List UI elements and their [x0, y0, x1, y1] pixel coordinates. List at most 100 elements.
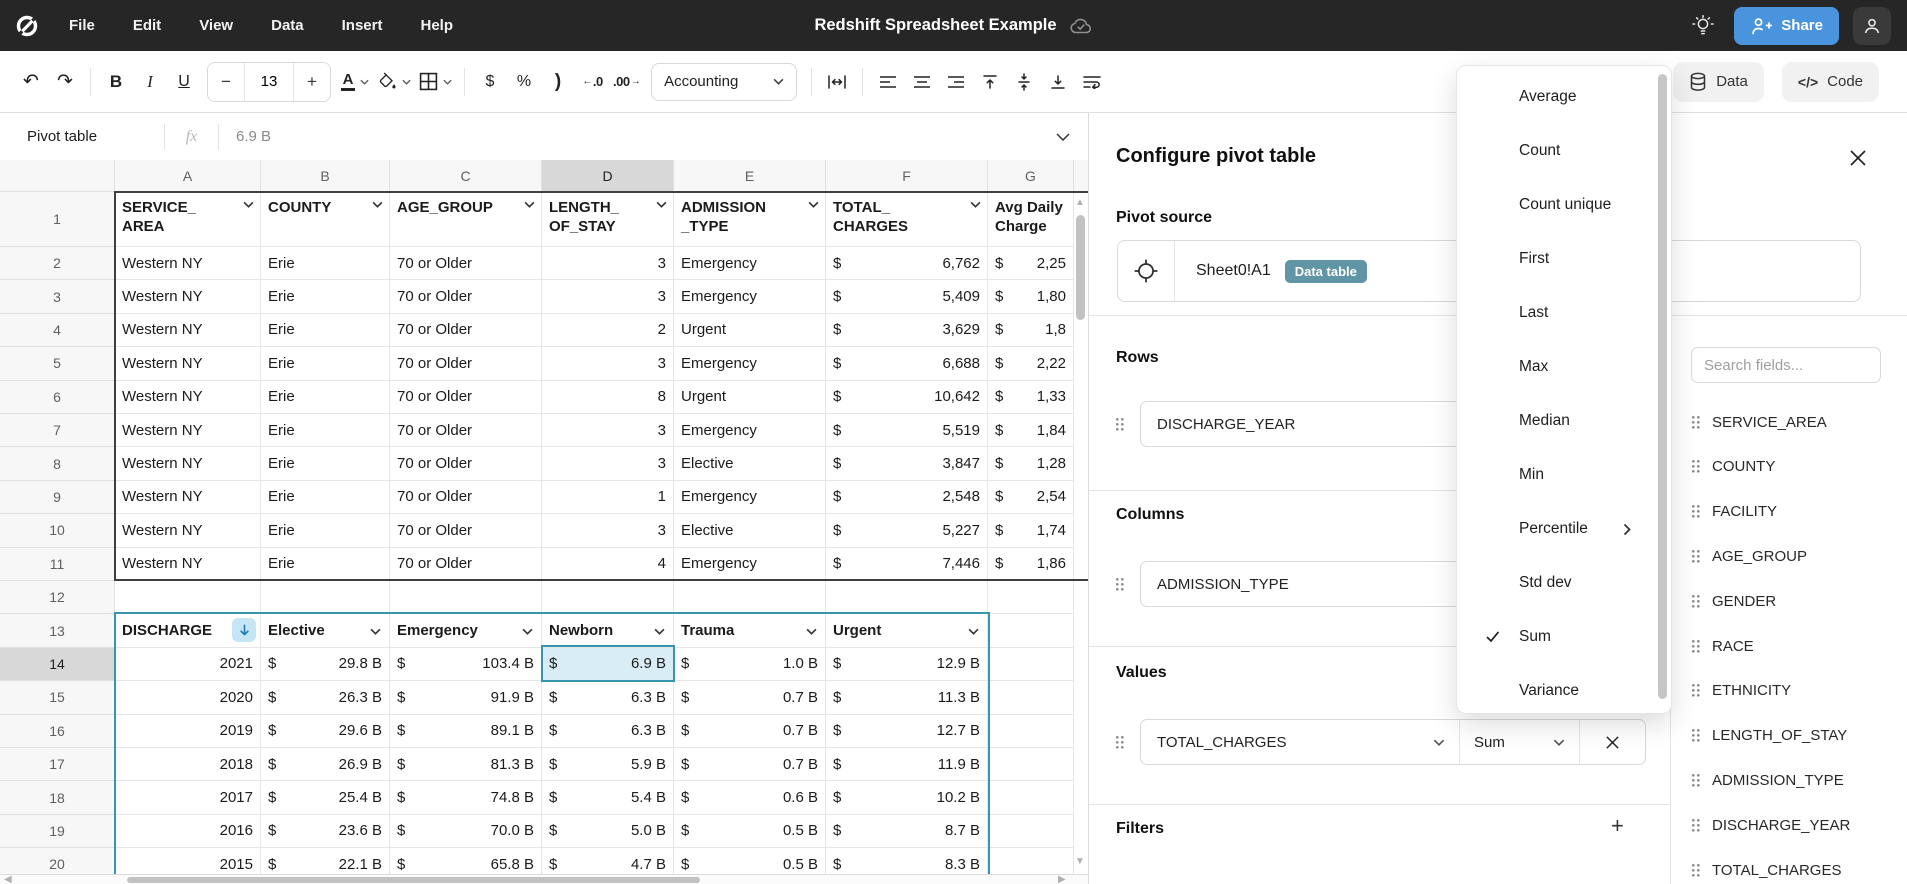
- column-header-B[interactable]: B: [261, 160, 390, 192]
- cell-C17[interactable]: $81.3 B: [390, 748, 542, 781]
- cell-B2[interactable]: Erie: [261, 247, 390, 280]
- vertical-scrollbar-thumb[interactable]: [1076, 215, 1085, 320]
- menu-file[interactable]: File: [50, 0, 114, 51]
- cell-C8[interactable]: 70 or Older: [390, 447, 542, 480]
- agg-option-last[interactable]: Last: [1461, 296, 1647, 330]
- cell-C3[interactable]: 70 or Older: [390, 280, 542, 313]
- row-header-10[interactable]: 10: [0, 514, 115, 547]
- agg-option-count-unique[interactable]: Count unique: [1461, 188, 1647, 222]
- cell-A3[interactable]: Western NY: [115, 280, 261, 313]
- cell-C11[interactable]: 70 or Older: [390, 548, 542, 581]
- column-header-A[interactable]: A: [115, 160, 261, 192]
- ai-assistant-button[interactable]: [1686, 8, 1720, 44]
- agg-option-first[interactable]: First: [1461, 242, 1647, 276]
- cell-F6[interactable]: $10,642: [826, 381, 988, 414]
- row-header-4[interactable]: 4: [0, 314, 115, 347]
- cell-B16[interactable]: $29.6 B: [261, 715, 390, 748]
- drag-handle[interactable]: [1691, 504, 1701, 519]
- cell-D3[interactable]: 3: [542, 280, 674, 313]
- values-field-select[interactable]: TOTAL_CHARGES: [1141, 720, 1459, 764]
- cell-A13[interactable]: DISCHARGE: [115, 614, 261, 647]
- cell-D10[interactable]: 3: [542, 514, 674, 547]
- cell-B13[interactable]: Elective: [261, 614, 390, 647]
- drag-handle[interactable]: [1691, 818, 1701, 833]
- cell-C16[interactable]: $89.1 B: [390, 715, 542, 748]
- cell-G5[interactable]: $2,22: [988, 347, 1074, 380]
- column-header-D[interactable]: D: [542, 160, 674, 192]
- cell-F11[interactable]: $7,446: [826, 548, 988, 581]
- column-header-F[interactable]: F: [826, 160, 988, 192]
- borders-button[interactable]: [415, 65, 456, 99]
- cell-E8[interactable]: Elective: [674, 447, 826, 480]
- grid-corner[interactable]: [0, 160, 115, 192]
- cell-F17[interactable]: $11.9 B: [826, 748, 988, 781]
- row-header-8[interactable]: 8: [0, 447, 115, 480]
- cell-D2[interactable]: 3: [542, 247, 674, 280]
- fill-color-button[interactable]: [373, 65, 415, 99]
- cell-E4[interactable]: Urgent: [674, 314, 826, 347]
- formula-bar-collapse-button[interactable]: [1056, 133, 1070, 141]
- cell-F3[interactable]: $5,409: [826, 280, 988, 313]
- add-filter-button[interactable]: +: [1605, 815, 1630, 837]
- row-header-9[interactable]: 9: [0, 481, 115, 514]
- cell-E3[interactable]: Emergency: [674, 280, 826, 313]
- row-header-2[interactable]: 2: [0, 247, 115, 280]
- cell-F12[interactable]: [826, 581, 988, 614]
- cell-C10[interactable]: 70 or Older: [390, 514, 542, 547]
- drag-handle[interactable]: [1691, 549, 1701, 564]
- cell-G12[interactable]: [988, 581, 1074, 614]
- cell-B3[interactable]: Erie: [261, 280, 390, 313]
- close-panel-button[interactable]: [1845, 145, 1871, 174]
- cell-B8[interactable]: Erie: [261, 447, 390, 480]
- cell-B5[interactable]: Erie: [261, 347, 390, 380]
- cell-D12[interactable]: [542, 581, 674, 614]
- cell-G3[interactable]: $1,80: [988, 280, 1074, 313]
- cell-G2[interactable]: $2,25: [988, 247, 1074, 280]
- drag-handle[interactable]: [1691, 683, 1701, 698]
- cell-D19[interactable]: $5.0 B: [542, 815, 674, 848]
- data-panel-button[interactable]: Data: [1673, 62, 1764, 102]
- cell-F13[interactable]: Urgent: [826, 614, 988, 647]
- cell-A4[interactable]: Western NY: [115, 314, 261, 347]
- cell-D11[interactable]: 4: [542, 548, 674, 581]
- cell-G14[interactable]: [988, 648, 1074, 681]
- cell-G1[interactable]: Avg DailyCharge: [988, 192, 1074, 247]
- cell-A5[interactable]: Western NY: [115, 347, 261, 380]
- align-middle-button[interactable]: [1007, 65, 1041, 99]
- bold-button[interactable]: B: [99, 65, 133, 99]
- thousands-separator-button[interactable]: ): [541, 65, 575, 99]
- cell-B17[interactable]: $26.9 B: [261, 748, 390, 781]
- column-menu-chevron-icon[interactable]: [370, 628, 381, 635]
- cell-E17[interactable]: $0.7 B: [674, 748, 826, 781]
- cell-B18[interactable]: $25.4 B: [261, 781, 390, 814]
- field-item-ethnicity[interactable]: ETHNICITY: [1691, 679, 1791, 703]
- column-menu-chevron-icon[interactable]: [970, 201, 981, 208]
- cell-G7[interactable]: $1,84: [988, 414, 1074, 447]
- cell-F16[interactable]: $12.7 B: [826, 715, 988, 748]
- cell-C7[interactable]: 70 or Older: [390, 414, 542, 447]
- cell-B6[interactable]: Erie: [261, 381, 390, 414]
- scroll-up-arrow[interactable]: ▲: [1075, 198, 1085, 208]
- cell-F5[interactable]: $6,688: [826, 347, 988, 380]
- field-item-discharge_year[interactable]: DISCHARGE_YEAR: [1691, 813, 1850, 837]
- row-header-15[interactable]: 15: [0, 681, 115, 714]
- menu-data[interactable]: Data: [252, 0, 323, 51]
- row-header-16[interactable]: 16: [0, 715, 115, 748]
- decrease-decimals-button[interactable]: ←.0: [575, 65, 609, 99]
- cell-C12[interactable]: [390, 581, 542, 614]
- cell-E9[interactable]: Emergency: [674, 481, 826, 514]
- field-item-county[interactable]: COUNTY: [1691, 455, 1775, 479]
- cell-D15[interactable]: $6.3 B: [542, 681, 674, 714]
- font-size-value[interactable]: 13: [244, 63, 294, 101]
- column-menu-chevron-icon[interactable]: [808, 201, 819, 208]
- cell-F19[interactable]: $8.7 B: [826, 815, 988, 848]
- cell-G17[interactable]: [988, 748, 1074, 781]
- cell-G13[interactable]: [988, 614, 1074, 647]
- remove-value-button[interactable]: [1579, 720, 1645, 764]
- increase-font-size-button[interactable]: +: [294, 63, 330, 101]
- drag-handle[interactable]: [1691, 415, 1701, 430]
- cell-A1[interactable]: SERVICE_AREA: [115, 192, 261, 247]
- increase-decimals-button[interactable]: .00→: [609, 65, 645, 99]
- row-header-11[interactable]: 11: [0, 548, 115, 581]
- cell-B12[interactable]: [261, 581, 390, 614]
